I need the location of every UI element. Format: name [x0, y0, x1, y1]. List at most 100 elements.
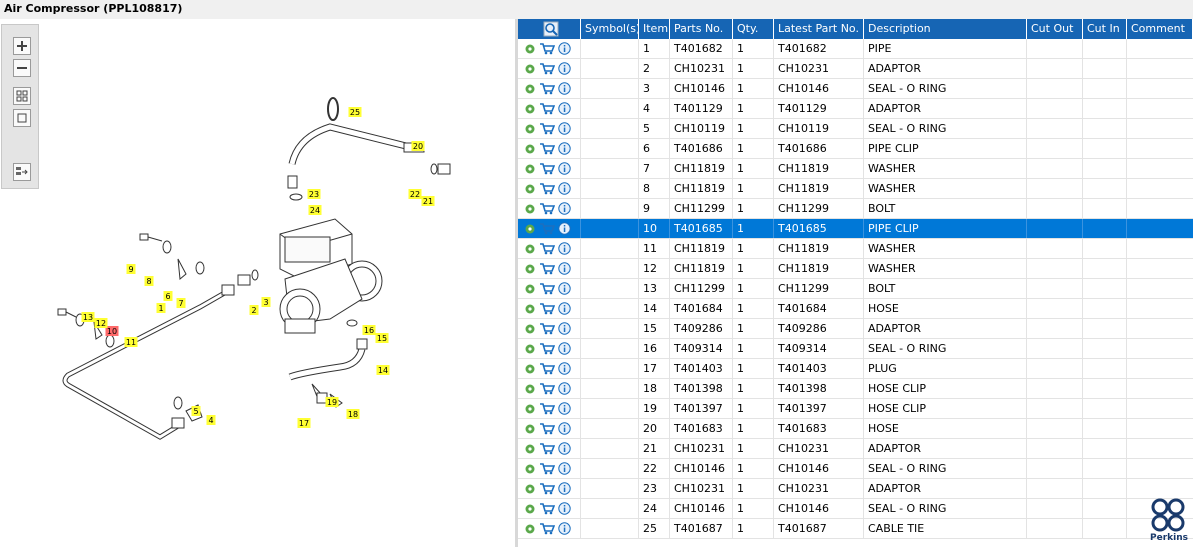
cart-icon[interactable] — [539, 442, 555, 455]
cart-icon[interactable] — [539, 242, 555, 255]
table-row[interactable]: 23 CH10231 1 CH10231 ADAPTOR — [518, 479, 1193, 499]
cart-icon[interactable] — [539, 482, 555, 495]
gear-icon[interactable] — [524, 483, 536, 495]
info-icon[interactable] — [558, 102, 571, 115]
cart-icon[interactable] — [539, 402, 555, 415]
callout-3[interactable]: 3 — [261, 297, 271, 307]
info-icon[interactable] — [558, 382, 571, 395]
info-icon[interactable] — [558, 82, 571, 95]
info-icon[interactable] — [558, 202, 571, 215]
gear-icon[interactable] — [524, 303, 536, 315]
gear-icon[interactable] — [524, 403, 536, 415]
gear-icon[interactable] — [524, 263, 536, 275]
column-header-latest-part-no[interactable]: Latest Part No. — [774, 19, 864, 39]
table-row[interactable]: 20 T401683 1 T401683 HOSE — [518, 419, 1193, 439]
gear-icon[interactable] — [524, 323, 536, 335]
info-icon[interactable] — [558, 122, 571, 135]
callout-21[interactable]: 21 — [421, 196, 435, 206]
callout-2[interactable]: 2 — [249, 305, 259, 315]
cart-icon[interactable] — [539, 502, 555, 515]
cart-icon[interactable] — [539, 42, 555, 55]
cart-icon[interactable] — [539, 282, 555, 295]
table-row[interactable]: 22 CH10146 1 CH10146 SEAL - O RING — [518, 459, 1193, 479]
cart-icon[interactable] — [539, 302, 555, 315]
cart-icon[interactable] — [539, 322, 555, 335]
table-row[interactable]: 10 T401685 1 T401685 PIPE CLIP — [518, 219, 1193, 239]
info-icon[interactable] — [558, 142, 571, 155]
callout-23[interactable]: 23 — [307, 189, 321, 199]
callout-6[interactable]: 6 — [163, 291, 173, 301]
cart-icon[interactable] — [539, 142, 555, 155]
cart-icon[interactable] — [539, 202, 555, 215]
column-header-description[interactable]: Description — [864, 19, 1027, 39]
info-icon[interactable] — [558, 362, 571, 375]
callout-19[interactable]: 19 — [325, 397, 339, 407]
info-icon[interactable] — [558, 342, 571, 355]
column-header-item[interactable]: Item — [639, 19, 670, 39]
info-icon[interactable] — [558, 162, 571, 175]
table-row[interactable]: 11 CH11819 1 CH11819 WASHER — [518, 239, 1193, 259]
callout-9[interactable]: 9 — [126, 264, 136, 274]
callout-24[interactable]: 24 — [308, 205, 322, 215]
callout-20[interactable]: 20 — [411, 141, 425, 151]
gear-icon[interactable] — [524, 443, 536, 455]
table-row[interactable]: 15 T409286 1 T409286 ADAPTOR — [518, 319, 1193, 339]
info-icon[interactable] — [558, 402, 571, 415]
callout-13[interactable]: 13 — [81, 312, 95, 322]
diagram-pane[interactable]: 1 2 3 4 5 6 7 8 9 10 11 12 13 14 15 16 17 18 19 20 21 22 23 24 2… — [0, 19, 515, 547]
table-row[interactable]: 19 T401397 1 T401397 HOSE CLIP — [518, 399, 1193, 419]
table-row[interactable]: 7 CH11819 1 CH11819 WASHER — [518, 159, 1193, 179]
cart-icon[interactable] — [539, 422, 555, 435]
table-row[interactable]: 1 T401682 1 T401682 PIPE — [518, 39, 1193, 59]
column-header-qty[interactable]: Qty. — [733, 19, 774, 39]
callout-12[interactable]: 12 — [94, 318, 108, 328]
callout-18[interactable]: 18 — [346, 409, 360, 419]
callout-7[interactable]: 7 — [176, 298, 186, 308]
table-row[interactable]: 13 CH11299 1 CH11299 BOLT — [518, 279, 1193, 299]
cart-icon[interactable] — [539, 162, 555, 175]
info-icon[interactable] — [558, 242, 571, 255]
cart-icon[interactable] — [539, 342, 555, 355]
gear-icon[interactable] — [524, 83, 536, 95]
column-header-parts-no[interactable]: Parts No. — [670, 19, 733, 39]
table-row[interactable]: 4 T401129 1 T401129 ADAPTOR — [518, 99, 1193, 119]
info-icon[interactable] — [558, 482, 571, 495]
info-icon[interactable] — [558, 282, 571, 295]
table-row[interactable]: 21 CH10231 1 CH10231 ADAPTOR — [518, 439, 1193, 459]
callout-1[interactable]: 1 — [156, 303, 166, 313]
callout-4[interactable]: 4 — [206, 415, 216, 425]
gear-icon[interactable] — [524, 43, 536, 55]
info-icon[interactable] — [558, 462, 571, 475]
gear-icon[interactable] — [524, 243, 536, 255]
table-row[interactable]: 18 T401398 1 T401398 HOSE CLIP — [518, 379, 1193, 399]
callout-16[interactable]: 16 — [362, 325, 376, 335]
gear-icon[interactable] — [524, 63, 536, 75]
gear-icon[interactable] — [524, 143, 536, 155]
gear-icon[interactable] — [524, 123, 536, 135]
table-row[interactable]: 5 CH10119 1 CH10119 SEAL - O RING — [518, 119, 1193, 139]
info-icon[interactable] — [558, 62, 571, 75]
info-icon[interactable] — [558, 422, 571, 435]
gear-icon[interactable] — [524, 423, 536, 435]
column-header-symbol-s[interactable]: Symbol(s) — [581, 19, 639, 39]
info-icon[interactable] — [558, 42, 571, 55]
callout-14[interactable]: 14 — [376, 365, 390, 375]
cart-icon[interactable] — [539, 262, 555, 275]
table-row[interactable]: 12 CH11819 1 CH11819 WASHER — [518, 259, 1193, 279]
callout-22[interactable]: 22 — [408, 189, 422, 199]
gear-icon[interactable] — [524, 383, 536, 395]
cart-icon[interactable] — [539, 462, 555, 475]
table-row[interactable]: 24 CH10146 1 CH10146 SEAL - O RING — [518, 499, 1193, 519]
info-icon[interactable] — [558, 442, 571, 455]
table-row[interactable]: 25 T401687 1 T401687 CABLE TIE — [518, 519, 1193, 539]
table-row[interactable]: 2 CH10231 1 CH10231 ADAPTOR — [518, 59, 1193, 79]
cart-icon[interactable] — [539, 222, 555, 235]
column-header-cut-in[interactable]: Cut In — [1083, 19, 1127, 39]
table-row[interactable]: 6 T401686 1 T401686 PIPE CLIP — [518, 139, 1193, 159]
table-row[interactable]: 9 CH11299 1 CH11299 BOLT — [518, 199, 1193, 219]
cart-icon[interactable] — [539, 82, 555, 95]
gear-icon[interactable] — [524, 363, 536, 375]
callout-15[interactable]: 15 — [375, 333, 389, 343]
column-header-cut-out[interactable]: Cut Out — [1027, 19, 1083, 39]
callout-25[interactable]: 25 — [348, 107, 362, 117]
